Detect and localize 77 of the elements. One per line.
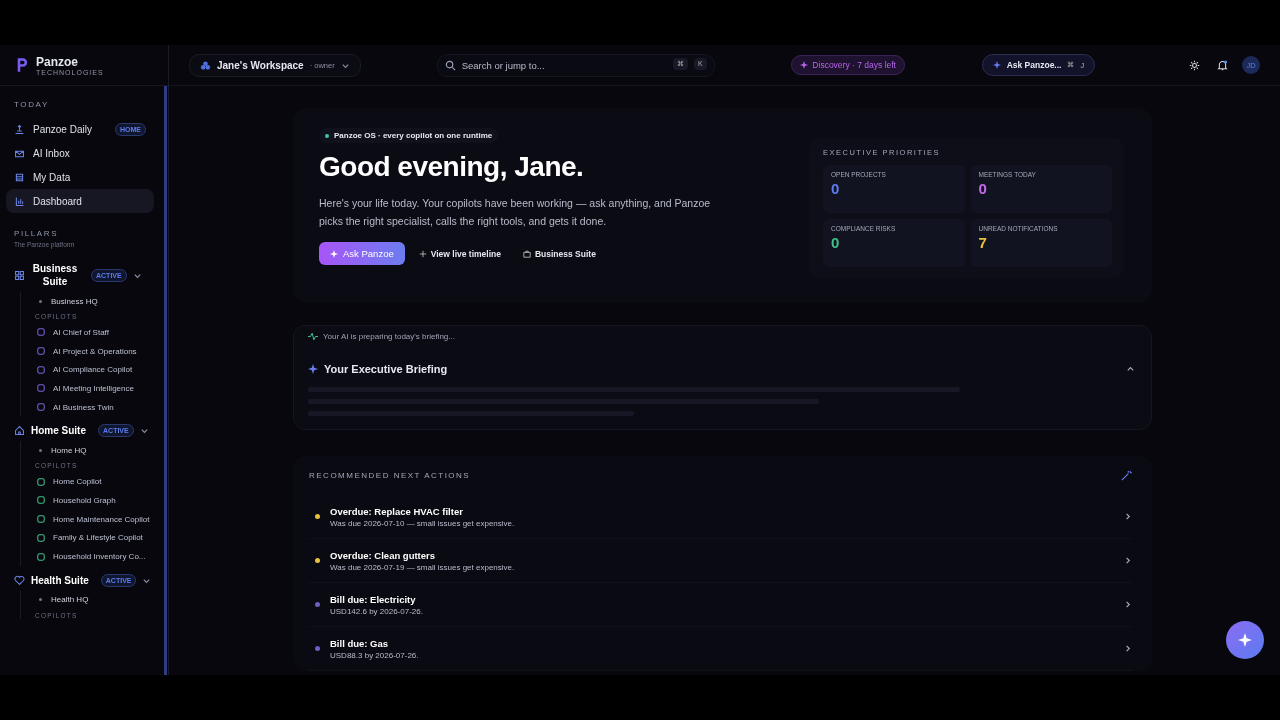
copilot-item[interactable]: AI Meeting Intelligence: [53, 383, 134, 393]
chevron-icon: [1123, 600, 1132, 609]
grid-icon: [14, 269, 25, 281]
action-title: Bill due: Gas: [330, 637, 390, 649]
sun-icon[interactable]: [1189, 59, 1200, 71]
database-icon: [14, 171, 25, 183]
hero-button[interactable]: Ask Panzoe: [319, 242, 405, 265]
nav-item[interactable]: AI Inbox: [6, 141, 154, 165]
hero-text: Here's your life today. Your copilots have been working — ask anything, and Panzoe picks the right specialist, calls the right tools, and gets it done.: [319, 196, 712, 229]
bell-icon[interactable]: [1217, 59, 1228, 71]
copilot-item[interactable]: AI Project & Operations: [53, 346, 137, 356]
nav-item[interactable]: My Data: [6, 165, 154, 189]
chevron-icon[interactable]: [1126, 364, 1135, 374]
section-heading: RECOMMENDED NEXT ACTIONS: [309, 471, 471, 480]
copilot-item[interactable]: Household Graph: [53, 495, 116, 505]
hq-item[interactable]: Business HQ: [31, 292, 154, 310]
chevron-icon: [1123, 556, 1132, 565]
copilot-item[interactable]: Family & Lifestyle Copilot: [53, 533, 143, 543]
action-item[interactable]: Overdue: Clean gutters Was due 2026-07-19 — small issues get expensive.: [309, 539, 1132, 583]
action-title: Overdue: Clean gutters: [330, 549, 437, 561]
workspace-name: Jane's Workspace: [217, 59, 304, 71]
greeting-heading: Good evening, Jane.: [319, 151, 585, 183]
sparkle-icon: [308, 364, 318, 374]
hq-item[interactable]: Home HQ: [31, 441, 154, 460]
action-title: Bill due: Electricity: [330, 593, 417, 605]
sparkle-icon: [800, 61, 809, 69]
briefcase-icon: [522, 249, 531, 258]
copilot-item[interactable]: Household Inventory Co...: [53, 552, 146, 562]
copilot-item[interactable]: AI Compliance Copilot: [53, 365, 133, 375]
sparkle-icon: [330, 249, 338, 258]
stat-value: 0: [978, 180, 988, 197]
chevron-icon[interactable]: [139, 426, 149, 436]
nav-item[interactable]: Dashboard: [6, 189, 154, 213]
copilot-item[interactable]: AI Chief of Staff: [53, 327, 109, 337]
magic-wand-icon[interactable]: [1121, 470, 1132, 481]
runtime-chip: Panzoe OS · every copilot on one runtime: [319, 128, 499, 143]
pulse-icon: [308, 332, 318, 341]
pillar-item[interactable]: Business Suite: [31, 262, 79, 288]
sparkle-icon: [992, 61, 1001, 69]
action-subtitle: Was due 2026-07-10 — small issues get expensive.: [330, 518, 516, 528]
chevron-icon: [1123, 644, 1132, 653]
action-item[interactable]: Overdue: Replace HVAC filter Was due 2026-07-10 — small issues get expensive.: [309, 495, 1132, 539]
stat-value: 7: [978, 234, 988, 251]
bar-chart-icon: [14, 195, 25, 207]
action-item[interactable]: Bill due: Electricity USD142.6 by 2026-07-26.: [309, 583, 1132, 627]
briefing-status: Your AI is preparing today's briefing...: [323, 332, 455, 341]
action-subtitle: Was due 2026-07-19 — small issues get expensive.: [330, 562, 516, 572]
heart-icon: [14, 574, 25, 586]
chevron-icon: [1123, 512, 1132, 521]
trial-badge[interactable]: Discovery · 7 days left: [791, 55, 905, 75]
copilot-item[interactable]: Home Maintenance Copilot: [53, 514, 150, 524]
briefing-title: Your Executive Briefing: [324, 363, 448, 375]
plus-icon: [418, 249, 427, 258]
inbox-icon: [14, 147, 25, 159]
action-item[interactable]: Bill due: Gas USD88.3 by 2026-07-26.: [309, 627, 1132, 671]
pillar-item[interactable]: Health Suite: [31, 574, 89, 586]
hq-item[interactable]: Health HQ: [31, 590, 154, 609]
sparkle-icon: [1238, 633, 1252, 647]
copilot-item[interactable]: AI Business Twin: [53, 402, 114, 412]
assistant-fab[interactable]: [1226, 621, 1264, 659]
action-subtitle: USD142.6 by 2026-07-26.: [330, 606, 424, 616]
pillar-item[interactable]: Home Suite: [31, 425, 86, 437]
copilot-item[interactable]: Home Copilot: [53, 477, 102, 487]
upload-icon: [14, 123, 25, 135]
action-title: Overdue: Replace HVAC filter: [330, 505, 464, 517]
house-icon: [14, 425, 25, 437]
workspace-icon: [200, 59, 211, 71]
section-heading: TODAY: [13, 100, 50, 109]
action-subtitle: USD88.3 by 2026-07-26.: [330, 650, 420, 660]
stat-value: 0: [831, 234, 841, 251]
brand-name: Panzoe: [36, 54, 79, 69]
section-heading: PILLARS: [13, 229, 60, 238]
stat-value: 0: [831, 180, 841, 197]
hero-button[interactable]: Business Suite: [514, 242, 604, 265]
logo-icon: [16, 57, 28, 73]
hero-button[interactable]: View live timeline: [410, 242, 509, 265]
search-icon: [444, 59, 456, 71]
